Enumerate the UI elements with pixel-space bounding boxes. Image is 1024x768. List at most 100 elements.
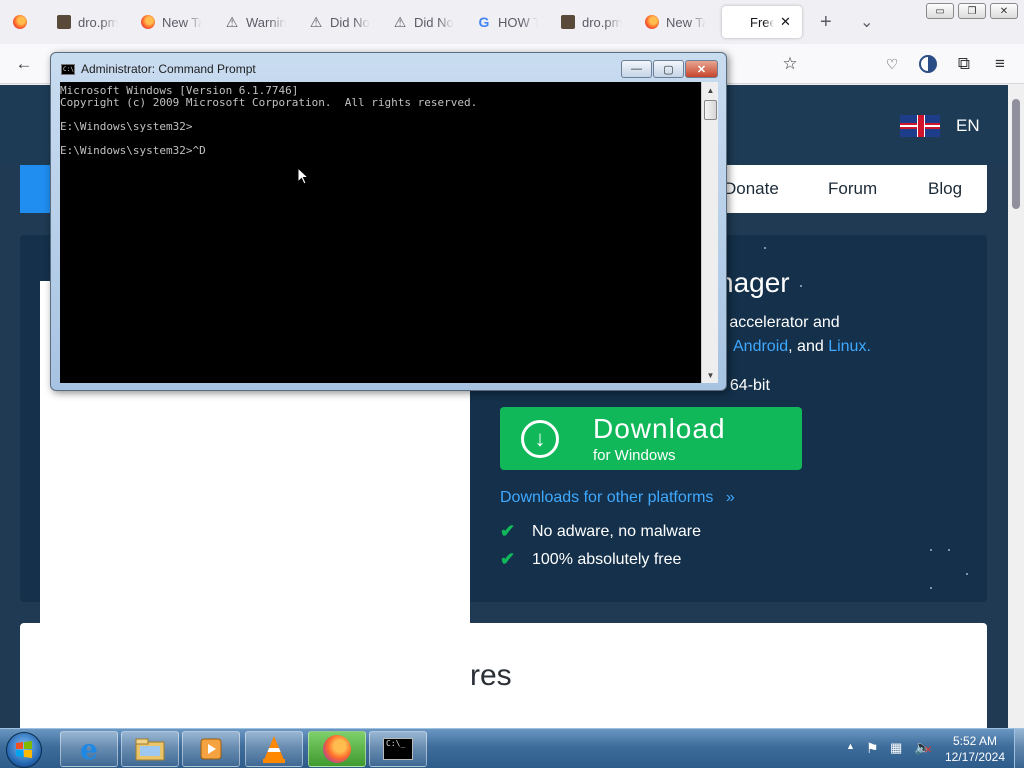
vpn-icon[interactable] [916, 52, 940, 76]
command-prompt-window[interactable]: C:\ Administrator: Command Prompt — ▢ ✕ … [50, 52, 727, 391]
new-tab-button[interactable]: + [812, 6, 840, 38]
tab-label: Free [750, 14, 774, 30]
extensions-icon[interactable]: ⧉ [952, 52, 976, 76]
tab-4[interactable]: ⚠ Did No [300, 6, 384, 38]
show-desktop-button[interactable] [1014, 729, 1024, 768]
taskbar-media-player[interactable] [182, 731, 240, 767]
tab-2[interactable]: New Ta [132, 6, 216, 38]
window-minimize-button[interactable]: ▭ [926, 3, 954, 19]
tab-active[interactable]: Free ✕ [722, 6, 802, 38]
double-chevron-right-icon: » [725, 489, 735, 506]
taskbar-vlc[interactable] [245, 731, 303, 767]
internet-explorer-icon: e [80, 732, 98, 766]
firefox-icon [323, 735, 351, 763]
close-tab-icon[interactable]: ✕ [780, 14, 791, 30]
hero-bitness: / 64-bit [721, 377, 770, 394]
tab-label: dro.pm [78, 14, 118, 30]
other-platforms-link[interactable]: Downloads for other platforms » [500, 489, 735, 507]
tab-label: dro.pm [582, 14, 622, 30]
firefox-icon [140, 14, 156, 30]
checkmark-icon: ✔ [500, 549, 516, 569]
clock[interactable]: 5:52 AM 12/17/2024 [940, 733, 1010, 765]
firefox-icon [644, 14, 660, 30]
warning-icon: ⚠ [393, 13, 407, 30]
tab-7[interactable]: dro.pm [552, 6, 636, 38]
tab-label: Did No [414, 14, 454, 30]
clock-date: 12/17/2024 [944, 750, 1006, 764]
tab-label: New Ta [666, 14, 706, 30]
tab-label: Warnin [246, 14, 286, 30]
console-output[interactable]: Microsoft Windows [Version 6.1.7746] Cop… [60, 82, 701, 383]
features-heading: res [470, 659, 512, 692]
android-link[interactable]: Android [733, 338, 788, 355]
tab-label: New Ta [162, 14, 202, 30]
download-arrow-icon: ↓ [521, 420, 559, 458]
tab-8[interactable]: New Ta [636, 6, 720, 38]
command-prompt-icon: C:\ [61, 64, 75, 75]
cmd-close-button[interactable]: ✕ [685, 60, 718, 78]
download-title: Download [593, 413, 726, 444]
features-section: res [20, 623, 987, 728]
windows-logo-icon [16, 741, 32, 758]
page-icon [560, 14, 576, 30]
taskbar-explorer[interactable] [121, 731, 179, 767]
hamburger-menu-icon[interactable]: ≡ [988, 52, 1012, 76]
cmd-minimize-button[interactable]: — [621, 60, 652, 78]
mouse-cursor-icon [297, 167, 309, 185]
page-scrollbar[interactable] [1008, 85, 1024, 728]
start-button[interactable] [6, 732, 42, 768]
menu-item-forum[interactable]: Forum [828, 179, 877, 199]
scrollbar-thumb[interactable] [704, 100, 717, 120]
scrollbar-thumb[interactable] [1012, 99, 1020, 209]
system-tray: ▲ ⚑ ▦ 🔈 ✕ 5:52 AM 12/17/2024 [846, 729, 1024, 768]
google-icon: G [478, 14, 490, 30]
tab-3[interactable]: ⚠ Warnin [216, 6, 300, 38]
scroll-down-arrow-icon[interactable]: ▼ [702, 367, 719, 383]
media-player-icon [200, 738, 222, 760]
warning-icon: ⚠ [309, 13, 323, 30]
checkmark-icon: ✔ [500, 521, 516, 541]
network-icon[interactable]: ▦ [890, 740, 902, 756]
menu-item-blog[interactable]: Blog [928, 179, 962, 199]
feature-no-adware: No adware, no malware [532, 523, 701, 540]
hero-description: d accelerator and [716, 314, 840, 331]
tab-6[interactable]: G HOW T [468, 6, 552, 38]
window-close-button[interactable]: ✕ [990, 3, 1018, 19]
back-arrow-icon[interactable]: ← [12, 52, 36, 76]
pocket-icon[interactable]: ♡ [880, 52, 904, 76]
linux-link[interactable]: Linux [828, 338, 866, 355]
download-subtitle: for Windows [593, 447, 676, 464]
tab-1[interactable]: dro.pm [48, 6, 132, 38]
bookmark-star-icon[interactable]: ☆ [778, 52, 802, 76]
download-windows-button[interactable]: ↓ Download for Windows [500, 407, 802, 470]
taskbar-internet-explorer[interactable]: e [60, 731, 118, 767]
feature-free: 100% absolutely free [532, 551, 682, 568]
page-icon [56, 14, 72, 30]
hero-platforms: Android, and Linux. [733, 338, 871, 355]
taskbar-firefox[interactable] [308, 731, 366, 767]
list-all-tabs-button[interactable]: ⌄ [852, 6, 880, 38]
window-title: Administrator: Command Prompt [81, 62, 256, 76]
taskbar-command-prompt[interactable]: C:\_ [369, 731, 427, 767]
scroll-up-arrow-icon[interactable]: ▲ [702, 82, 719, 98]
hero-title: nager [718, 267, 790, 298]
show-hidden-icons-button[interactable]: ▲ [846, 741, 855, 751]
window-maximize-button[interactable]: ❐ [958, 3, 986, 19]
clock-time: 5:52 AM [952, 734, 998, 748]
explorer-icon [135, 738, 165, 761]
tab-5[interactable]: ⚠ Did No [384, 6, 468, 38]
firefox-menu-icon[interactable] [4, 6, 34, 38]
browser-tab-strip: dro.pm New Ta ⚠ Warnin ⚠ Did No ⚠ Did No… [0, 0, 1024, 44]
vlc-icon [263, 736, 285, 763]
tab-label: Did No [330, 14, 370, 30]
tab-label: HOW T [498, 14, 538, 30]
command-prompt-icon: C:\_ [383, 738, 413, 760]
language-selector[interactable]: EN [900, 115, 980, 137]
cmd-maximize-button[interactable]: ▢ [653, 60, 684, 78]
taskbar: e C:\_ ▲ ⚑ ▦ 🔈 ✕ 5:52 AM 12/17/2024 [0, 728, 1024, 768]
uk-flag-icon [900, 115, 940, 137]
console-scrollbar[interactable]: ▲ ▼ [701, 82, 718, 383]
action-center-flag-icon[interactable]: ⚑ [866, 740, 879, 757]
menu-item-donate[interactable]: Donate [724, 179, 779, 199]
volume-muted-icon[interactable]: 🔈 ✕ [914, 739, 932, 756]
